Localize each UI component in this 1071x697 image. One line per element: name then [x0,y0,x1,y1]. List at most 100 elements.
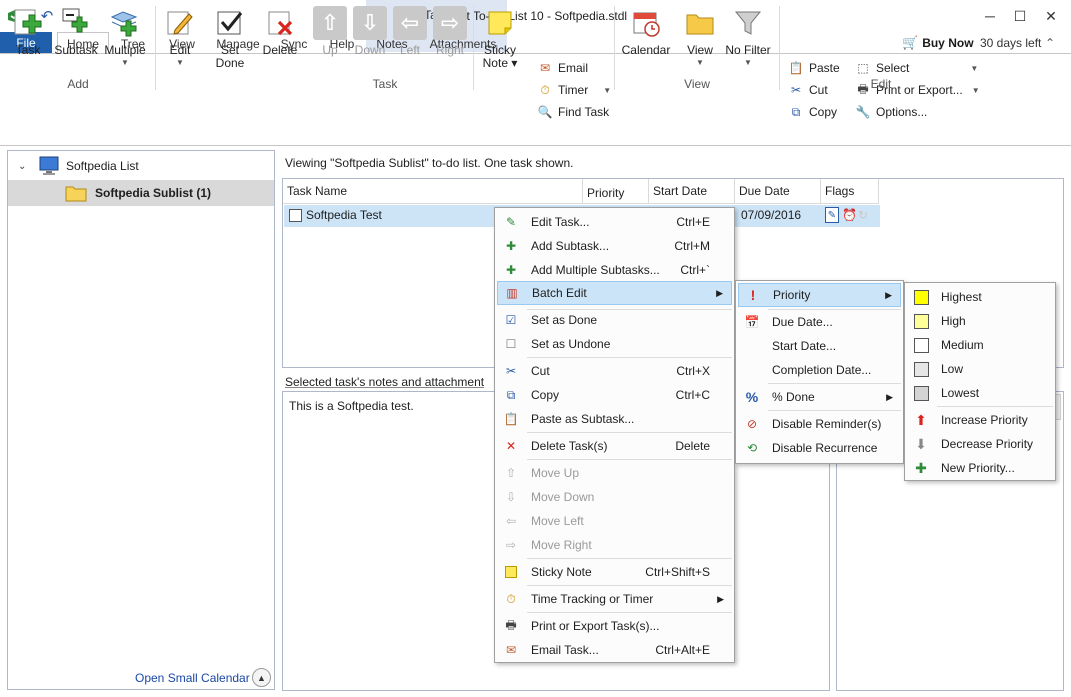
printer-icon: 🖶 [505,617,517,632]
menu-item-new-priority[interactable]: ✚ New Priority... [907,456,1053,480]
menu-item-priority-high[interactable]: High [907,309,1053,333]
timer-button[interactable]: ⏱ Timer ▼ [537,79,617,101]
menu-item-move-left[interactable]: ⇦ Move Left [497,509,732,533]
menu-item-disable-reminders[interactable]: ⊘ Disable Reminder(s) [738,412,901,436]
group-separator [473,6,474,90]
menu-item-edit-task[interactable]: ✎ Edit Task... Ctrl+E [497,210,732,234]
menu-item-paste-as-subtask[interactable]: 📋 Paste as Subtask... [497,407,732,431]
task-checkbox[interactable] [289,209,302,222]
add-task-button[interactable]: Task [5,6,51,76]
tree-item-softpedia-list[interactable]: ⌄ Softpedia List [8,153,274,179]
checkbox-checked-icon: ☑ [505,313,517,327]
menu-item-move-right[interactable]: ⇨ Move Right [497,533,732,557]
move-down-label: Down [354,43,386,57]
menu-item-add-subtask[interactable]: ✚ Add Subtask... Ctrl+M [497,234,732,258]
menu-item-move-up[interactable]: ⇧ Move Up [497,461,732,485]
select-button[interactable]: ⬚ Select ▼ [855,57,980,79]
arrow-down-icon: ⇩ [353,6,387,40]
menu-item-priority[interactable]: ! Priority ▶ [738,283,901,307]
paste-button[interactable]: 📋 Paste [788,57,848,79]
column-header-due-date[interactable]: Due Date [735,179,821,203]
add-subtask-label: Subtask [54,43,98,57]
viewing-status-text: Viewing "Softpedia Sublist" to-do list. … [285,156,574,170]
maximize-button[interactable]: ☐ [1006,4,1034,28]
delete-task-button[interactable]: Delete [257,6,303,76]
task-group-label: Task [372,77,398,91]
collapse-ribbon-icon[interactable]: ⌃ [1045,36,1055,50]
sticky-note-label: Sticky Note ▾ [482,43,518,70]
set-done-button[interactable]: Set Done [207,6,253,76]
copy-button[interactable]: ⧉ Copy [788,101,848,123]
options-button[interactable]: 🔧 Options... [855,101,980,123]
add-subtask-icon: ✚ [505,239,517,253]
cut-button[interactable]: ✂ Cut [788,79,848,101]
percent-icon: % [745,389,759,405]
dropdown-arrow-icon: ▼ [970,63,979,73]
recurrence-flag-icon[interactable]: ↻ [858,208,868,222]
menu-separator [527,585,732,586]
buy-now-button[interactable]: 🛒 Buy Now [902,35,974,51]
menu-item-cut[interactable]: ✂ Cut Ctrl+X [497,359,732,383]
column-header-start-date[interactable]: Start Date [649,179,735,203]
add-multiple-icon [108,6,142,40]
sticky-note-button[interactable]: Sticky Note ▾ [477,6,523,76]
folder-icon [683,6,717,40]
menu-item-sticky-note[interactable]: Sticky Note Ctrl+Shift+S [497,560,732,584]
column-header-flags[interactable]: Flags [821,179,879,203]
menu-item-copy[interactable]: ⧉ Copy Ctrl+C [497,383,732,407]
column-header-priority[interactable]: Priority [583,179,649,203]
header-divider [283,203,879,204]
menu-item-start-date[interactable]: Start Date... [738,334,901,358]
checkmark-icon [213,6,247,40]
menu-item-percent-done[interactable]: %% Done ▶ [738,385,901,409]
menu-item-decrease-priority[interactable]: ⬇ Decrease Priority [907,432,1053,456]
menu-item-email-task[interactable]: ✉ Email Task... Ctrl+Alt+E [497,638,732,662]
menu-item-set-done[interactable]: ☑ Set as Done [497,308,732,332]
move-right-button[interactable]: ⇨ Right [427,6,473,76]
menu-item-batch-edit[interactable]: ▥ Batch Edit ▶ [497,281,732,305]
batch-edit-submenu: ! Priority ▶ 📅 Due Date... Start Date... Co… [735,280,904,464]
chevron-up-icon[interactable]: ▲ [252,668,271,687]
view-button[interactable]: View ▼ [677,6,723,76]
submenu-arrow-icon: ▶ [716,287,723,298]
menu-item-priority-highest[interactable]: Highest [907,285,1053,309]
menu-item-increase-priority[interactable]: ⬆ Increase Priority [907,408,1053,432]
add-multiple-icon: ✚ [505,263,517,277]
column-header-task-name[interactable]: Task Name [283,179,583,203]
menu-item-set-undone[interactable]: ☐ Set as Undone [497,332,732,356]
add-multiple-button[interactable]: Multiple ▼ [102,6,148,76]
reminder-flag-icon[interactable]: ⏰ [842,208,857,222]
paste-icon: 📋 [503,412,519,426]
add-group-label: Add [67,77,89,91]
menu-item-time-tracking[interactable]: ⏱ Time Tracking or Timer ▶ [497,587,732,611]
menu-item-print-export[interactable]: 🖶 Print or Export Task(s)... [497,614,732,638]
tree-item-softpedia-sublist[interactable]: Softpedia Sublist (1) [8,180,274,206]
move-up-label: Up [322,43,338,57]
menu-item-disable-recurrence[interactable]: ⟲ Disable Recurrence [738,436,901,460]
arrow-right-icon: ⇨ [433,6,467,40]
close-button[interactable]: ✕ [1037,4,1065,28]
add-task-icon [11,6,45,40]
buy-now-label: Buy Now [922,36,974,50]
find-task-button[interactable]: 🔍 Find Task [537,101,617,123]
no-filter-button[interactable]: No Filter ▼ [724,6,772,76]
note-flag-icon[interactable]: ✎ [825,207,839,223]
menu-separator [527,432,732,433]
menu-item-due-date[interactable]: 📅 Due Date... [738,310,901,334]
menu-item-delete-task[interactable]: ✕ Delete Task(s) Delete [497,434,732,458]
open-small-calendar-link[interactable]: Open Small Calendar [135,671,250,685]
add-subtask-button[interactable]: Subtask [53,6,99,76]
scissors-icon: ✂ [790,83,802,97]
menu-item-move-down[interactable]: ⇩ Move Down [497,485,732,509]
delete-x-icon [263,6,297,40]
calendar-button[interactable]: Calendar [620,6,672,76]
minimize-button[interactable]: ─ [976,4,1004,28]
menu-item-completion-date[interactable]: Completion Date... [738,358,901,382]
menu-item-priority-low[interactable]: Low [907,357,1053,381]
menu-item-priority-lowest[interactable]: Lowest [907,381,1053,405]
email-button[interactable]: ✉ Email [537,57,617,79]
menu-item-priority-medium[interactable]: Medium [907,333,1053,357]
edit-task-button[interactable]: Edit ▼ [157,6,203,76]
menu-item-add-multiple-subtasks[interactable]: ✚ Add Multiple Subtasks... Ctrl+` [497,258,732,282]
expand-chevron-icon[interactable]: ⌄ [18,161,30,172]
